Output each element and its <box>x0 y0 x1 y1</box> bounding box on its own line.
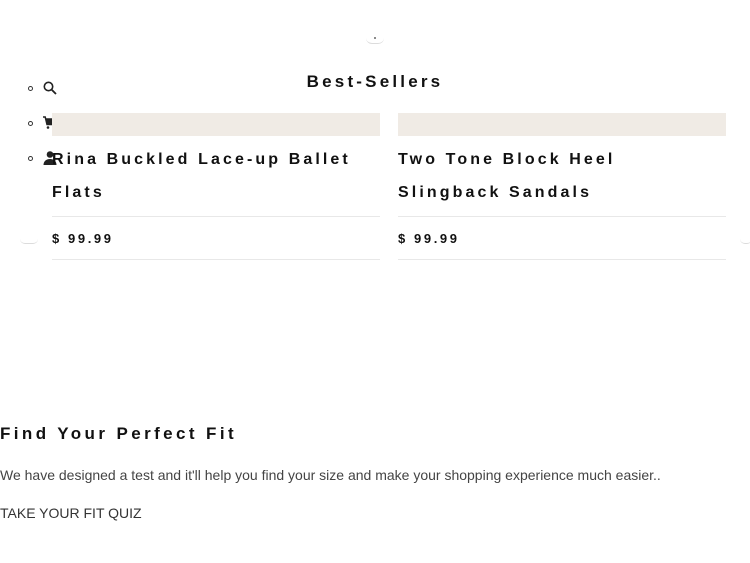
divider <box>398 259 726 260</box>
list-bullet <box>28 121 33 126</box>
fit-section-description: We have designed a test and it'll help y… <box>0 467 661 483</box>
divider <box>52 259 380 260</box>
product-card[interactable]: Rina Buckled Lace-up Ballet Flats $ 99.9… <box>52 113 380 260</box>
carousel-next-indicator[interactable] <box>740 239 750 244</box>
product-name[interactable]: Rina Buckled Lace-up Ballet Flats <box>52 136 380 209</box>
product-price: $ 99.99 <box>52 231 114 246</box>
list-bullet <box>28 156 33 161</box>
product-image-placeholder[interactable] <box>52 113 380 136</box>
carousel-prev-indicator[interactable] <box>20 239 38 244</box>
product-image-placeholder[interactable] <box>398 113 726 136</box>
fit-quiz-link[interactable]: TAKE YOUR FIT QUIZ <box>0 505 142 521</box>
product-price: $ 99.99 <box>398 231 460 246</box>
carousel-indicator[interactable] <box>366 36 384 44</box>
bestsellers-title: Best-Sellers <box>306 72 444 91</box>
fit-section-title: Find Your Perfect Fit <box>0 424 238 443</box>
product-name[interactable]: Two Tone Block Heel Slingback Sandals <box>398 136 726 209</box>
product-card[interactable]: Two Tone Block Heel Slingback Sandals $ … <box>398 113 726 260</box>
